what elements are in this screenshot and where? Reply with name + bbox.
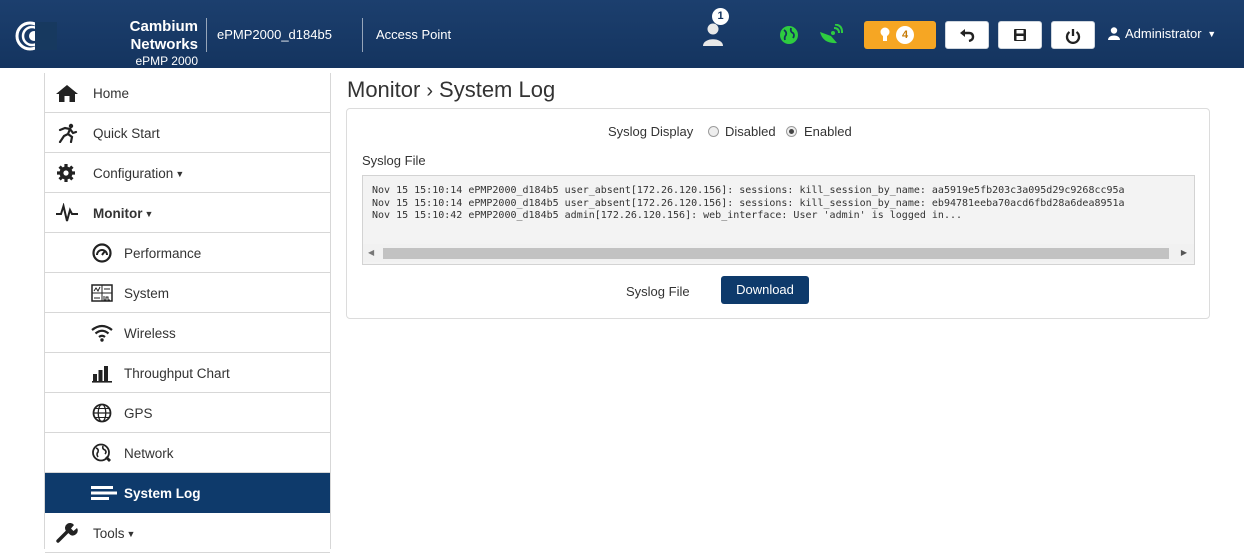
sidebar-item-system-log[interactable]: System Log (45, 473, 330, 513)
syslog-enabled-radio[interactable] (786, 126, 797, 137)
sidebar-item-performance[interactable]: Performance (45, 233, 330, 273)
log-line: Nov 15 15:10:14 ePMP2000_d184b5 user_abs… (372, 197, 1125, 209)
sidebar-item-label: Monitor ▼ (93, 206, 154, 221)
syslog-textarea[interactable]: Nov 15 15:10:14 ePMP2000_d184b5 user_abs… (362, 175, 1195, 265)
active-users-badge: 1 (712, 8, 729, 25)
log-line: Nov 15 15:10:14 ePMP2000_d184b5 user_abs… (372, 185, 1125, 196)
download-button[interactable]: Download (721, 276, 809, 304)
syslog-display-label: Syslog Display (608, 124, 694, 139)
user-icon (1108, 27, 1120, 40)
user-menu-label: Administrator (1125, 26, 1202, 41)
sidebar-item-label: Home (93, 86, 130, 101)
sidebar-item-label: Performance (124, 246, 202, 261)
sidebar-item-monitor[interactable]: Monitor ▼ (45, 193, 330, 233)
sidebar-item-gps[interactable]: GPS (45, 393, 330, 433)
syslog-enabled-label[interactable]: Enabled (804, 124, 852, 139)
internet-status-icon[interactable] (779, 25, 799, 45)
sidebar-item-label: Network (124, 446, 174, 461)
sidebar-item-label: System Log (124, 486, 201, 501)
syslog-display-row: Syslog Display Disabled Enabled (347, 123, 1211, 141)
device-name: ePMP2000_d184b5 (217, 27, 332, 42)
sidebar-item-label: GPS (124, 406, 153, 421)
brand: Cambium Networks ePMP 2000 (62, 18, 198, 68)
divider (362, 18, 363, 52)
list-icon (91, 486, 117, 500)
network-globe-icon (92, 443, 111, 462)
download-row: Syslog File Download (347, 275, 1211, 305)
sidebar-item-quick-start[interactable]: Quick Start (45, 113, 330, 153)
power-icon (1065, 29, 1081, 44)
undo-button[interactable] (945, 21, 989, 49)
wifi-icon (91, 324, 113, 342)
sidebar-item-label: Quick Start (93, 126, 160, 141)
cambium-logo-icon (15, 21, 57, 51)
sidebar-item-configuration[interactable]: Configuration ▼ (45, 153, 330, 193)
sidebar-item-label: System (124, 286, 170, 301)
brand-name: Cambium Networks (129, 18, 198, 53)
sidebar-item-wireless[interactable]: Wireless (45, 313, 330, 353)
syslog-panel: Syslog Display Disabled Enabled Syslog F… (346, 108, 1210, 319)
syslog-lines: Nov 15 15:10:14 ePMP2000_d184b5 user_abs… (372, 185, 1194, 223)
reboot-button[interactable] (1051, 21, 1095, 49)
gps-globe-icon (92, 403, 112, 423)
page-title: Monitor › System Log (347, 77, 555, 103)
breadcrumb-current: System Log (439, 77, 556, 102)
gear-icon (57, 164, 75, 182)
sidebar-item-label: Tools ▼ (93, 526, 136, 541)
breadcrumb-parent: Monitor (347, 77, 421, 102)
satellite-status-icon[interactable] (817, 24, 843, 46)
sidebar-item-label: Throughput Chart (124, 366, 230, 381)
brand-product: ePMP 2000 (135, 54, 199, 68)
sidebar-item-throughput-chart[interactable]: Throughput Chart (45, 353, 330, 393)
lightbulb-icon (880, 27, 890, 41)
download-row-label: Syslog File (626, 284, 690, 299)
undo-icon (960, 29, 975, 42)
scrollbar-thumb[interactable] (383, 248, 1169, 259)
sidebar-item-tools[interactable]: Tools ▼ (45, 513, 330, 553)
chevron-down-icon: ▼ (1207, 29, 1217, 39)
chevron-down-icon: ▼ (126, 529, 136, 539)
sidebar-item-home[interactable]: Home (45, 73, 330, 113)
alerts-count-badge: 4 (896, 26, 914, 44)
syslog-file-label: Syslog File (362, 153, 426, 168)
user-menu[interactable]: Administrator ▼ (1108, 26, 1216, 41)
sidebar-item-label: Configuration ▼ (93, 166, 185, 181)
system-monitor-icon (91, 284, 113, 302)
device-mode: Access Point (376, 27, 452, 42)
syslog-disabled-label[interactable]: Disabled (725, 124, 776, 139)
divider (206, 18, 207, 52)
horizontal-scrollbar[interactable]: ◀ ▶ (363, 244, 1194, 262)
scroll-right-icon[interactable]: ▶ (1181, 248, 1187, 257)
chevron-down-icon: ▼ (144, 209, 154, 219)
breadcrumb-separator: › (426, 80, 434, 102)
gauge-icon (92, 243, 112, 263)
save-button[interactable] (998, 21, 1042, 49)
home-icon (56, 85, 78, 102)
active-users-icon[interactable] (702, 22, 724, 46)
sidebar-item-label: Wireless (124, 326, 176, 341)
alerts-button[interactable]: 4 (864, 21, 936, 49)
pulse-icon (56, 203, 78, 222)
sidebar-item-system[interactable]: System (45, 273, 330, 313)
top-bar: Cambium Networks ePMP 2000 ePMP2000_d184… (0, 0, 1244, 68)
sidebar-nav: Home Quick Start Configuration ▼ Monitor ▼ (44, 73, 331, 553)
sidebar-item-network[interactable]: Network (45, 433, 330, 473)
bar-chart-icon (92, 366, 112, 383)
save-icon (1014, 29, 1026, 41)
chevron-down-icon: ▼ (175, 169, 185, 179)
scroll-left-icon[interactable]: ◀ (368, 248, 374, 257)
syslog-disabled-radio[interactable] (708, 126, 719, 137)
log-line: Nov 15 15:10:42 ePMP2000_d184b5 admin[17… (372, 210, 963, 221)
running-icon (58, 123, 78, 143)
wrench-icon (56, 523, 78, 543)
